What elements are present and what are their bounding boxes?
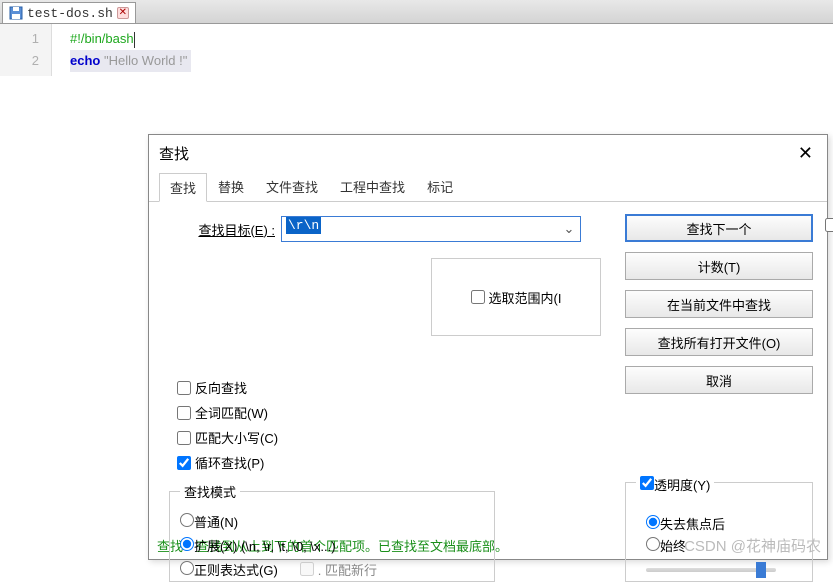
search-mode-legend: 查找模式 (180, 482, 240, 501)
tab-file-find[interactable]: 文件查找 (255, 172, 329, 201)
search-input-wrap: \r\n ⌄ (281, 216, 581, 242)
transparency-group: 透明度(Y) 失去焦点后 始终 (625, 482, 813, 582)
tab-project-find[interactable]: 工程中查找 (329, 172, 416, 201)
search-input[interactable]: \r\n (281, 216, 581, 242)
find-dialog: 查找 ✕ 查找 替换 文件查找 工程中查找 标记 查找目标(E) : \r\n … (148, 134, 828, 560)
count-button[interactable]: 计数(T) (625, 252, 813, 280)
dialog-title: 查找 (159, 143, 794, 164)
tab-mark[interactable]: 标记 (416, 172, 464, 201)
close-icon[interactable]: ✕ (117, 7, 129, 19)
loop-checkbox[interactable]: 循环查找(P) (177, 453, 278, 472)
cancel-button[interactable]: 取消 (625, 366, 813, 394)
action-buttons: 查找下一个 计数(T) 在当前文件中查找 查找所有打开文件(O) 取消 (625, 214, 813, 394)
select-range-checkbox[interactable]: 选取范围内(I (471, 288, 562, 307)
close-icon[interactable]: ✕ (794, 143, 817, 164)
search-mode-group: 查找模式 普通(N) 扩展(X) (\n, \r, \t, \0, \x...)… (169, 482, 495, 582)
mode-regex-radio[interactable]: 正则表达式(G) (180, 560, 278, 579)
find-all-open-button[interactable]: 查找所有打开文件(O) (625, 328, 813, 356)
search-options: 反向查找 全词匹配(W) 匹配大小写(C) 循环查找(P) (177, 378, 278, 472)
file-tab-label: test-dos.sh (27, 6, 113, 21)
search-target-label: 查找目标(E) : (161, 220, 281, 239)
line-gutter: 1 2 (0, 24, 52, 76)
slider-thumb[interactable] (756, 562, 766, 578)
trans-always-radio[interactable]: 始终 (646, 536, 686, 555)
tab-replace[interactable]: 替换 (207, 172, 255, 201)
dialog-tabs: 查找 替换 文件查找 工程中查找 标记 (149, 172, 827, 202)
disk-icon (9, 6, 23, 20)
mode-normal-radio[interactable]: 普通(N) (180, 512, 238, 531)
code-editor[interactable]: 1 2 #!/bin/bash echo "Hello World !" (0, 24, 833, 76)
whole-word-checkbox[interactable]: 全词匹配(W) (177, 403, 278, 422)
find-next-button[interactable]: 查找下一个 (625, 214, 813, 242)
range-box: 选取范围内(I (431, 258, 601, 336)
chevron-down-icon[interactable]: ⌄ (559, 218, 579, 240)
reverse-checkbox[interactable]: 反向查找 (177, 378, 278, 397)
file-tab-bar: test-dos.sh ✕ (0, 0, 833, 24)
tab-find[interactable]: 查找 (159, 173, 207, 202)
extra-checkbox[interactable] (825, 218, 833, 232)
mode-extended-radio[interactable]: 扩展(X) (\n, \r, \t, \0, \x...) (180, 536, 336, 555)
file-tab[interactable]: test-dos.sh ✕ (2, 2, 136, 23)
dialog-titlebar: 查找 ✕ (149, 135, 827, 172)
code-area[interactable]: #!/bin/bash echo "Hello World !" (52, 24, 191, 76)
find-in-current-button[interactable]: 在当前文件中查找 (625, 290, 813, 318)
transparency-checkbox[interactable]: 透明度(Y) (640, 475, 710, 494)
match-case-checkbox[interactable]: 匹配大小写(C) (177, 428, 278, 447)
trans-lose-focus-radio[interactable]: 失去焦点后 (646, 514, 725, 533)
transparency-slider[interactable] (646, 568, 776, 572)
